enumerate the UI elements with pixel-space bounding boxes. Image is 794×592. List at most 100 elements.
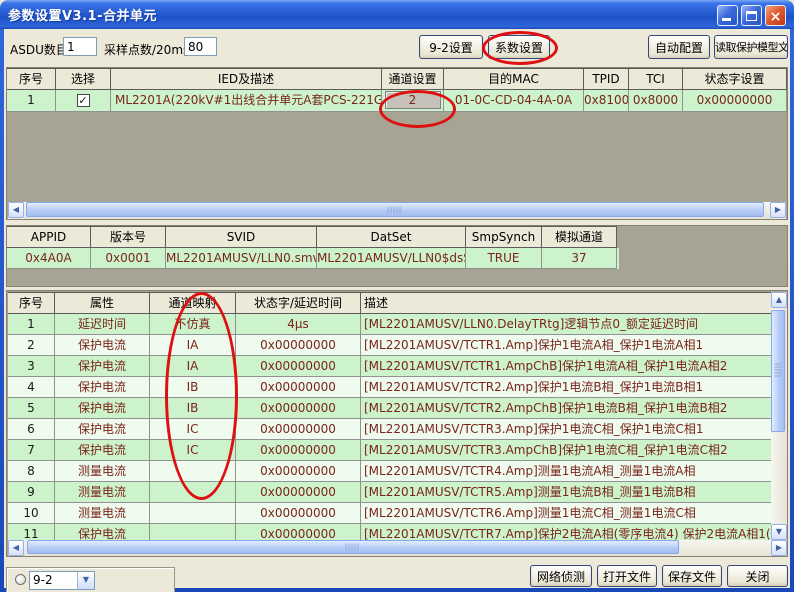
cell-desc[interactable]: [ML2201AMUSV/LLN0.DelayTRtg]逻辑节点0_额定延迟时间	[361, 314, 771, 335]
cell-status[interactable]: 0x00000000	[236, 482, 361, 503]
column-header-datset: DatSet	[317, 226, 466, 248]
cell-attr[interactable]: 保护电流	[55, 440, 150, 461]
cell-attr[interactable]: 测量电流	[55, 461, 150, 482]
cell-desc[interactable]: [ML2201AMUSV/TCTR3.AmpChB]保护1电流C相_保护1电流C…	[361, 440, 771, 461]
cell-status[interactable]: 0x00000000	[236, 503, 361, 524]
arrow-right-icon[interactable]: ▶	[770, 202, 786, 218]
protocol-combobox[interactable]: 9-2 ▼	[29, 571, 95, 590]
save-file-button[interactable]: 保存文件	[662, 565, 722, 587]
cell-desc[interactable]: [ML2201AMUSV/TCTR6.Amp]测量1电流C相_测量1电流C相	[361, 503, 771, 524]
cell-map[interactable]	[150, 524, 236, 540]
arrow-up-icon[interactable]: ▲	[771, 292, 787, 308]
arrow-down-icon[interactable]: ▼	[771, 524, 787, 540]
title-bar[interactable]: 参数设置V3.1-合并单元	[0, 0, 794, 29]
cell-status[interactable]: 0x00000000	[236, 398, 361, 419]
table-row: 9测量电流 0x00000000[ML2201AMUSV/TCTR5.Amp]测量…	[8, 482, 771, 503]
close-button[interactable]: ×	[765, 5, 786, 26]
cell-status[interactable]: 0x00000000	[236, 335, 361, 356]
cell-status[interactable]: 0x00000000	[236, 377, 361, 398]
cell-no[interactable]: 6	[8, 419, 55, 440]
horizontal-scrollbar[interactable]: ◀ ▶	[8, 202, 786, 219]
maximize-button[interactable]	[741, 5, 762, 26]
table-row: 5保护电流IB0x00000000[ML2201AMUSV/TCTR2.AmpC…	[8, 398, 771, 419]
cell-desc[interactable]: [ML2201AMUSV/TCTR4.Amp]测量1电流A相_测量1电流A相	[361, 461, 771, 482]
asdu-count-input[interactable]	[63, 37, 97, 56]
cell-desc[interactable]: [ML2201AMUSV/TCTR2.Amp]保护1电流B相_保护1电流B相1	[361, 377, 771, 398]
scrollbar-track[interactable]	[24, 202, 770, 219]
cell-desc[interactable]: [ML2201AMUSV/TCTR5.Amp]测量1电流B相_测量1电流B相	[361, 482, 771, 503]
cell-version[interactable]: 0x0001	[91, 248, 166, 269]
cell-tpid[interactable]: 0x8100	[584, 90, 629, 112]
cell-no[interactable]: 8	[8, 461, 55, 482]
minimize-button[interactable]	[717, 5, 738, 26]
column-header-tpid: TPID	[584, 68, 629, 90]
arrow-right-icon[interactable]: ▶	[771, 540, 787, 556]
cell-no[interactable]: 2	[8, 335, 55, 356]
cell-no[interactable]: 1	[8, 314, 55, 335]
cell-desc[interactable]: [ML2201AMUSV/TCTR3.Amp]保护1电流C相_保护1电流C相1	[361, 419, 771, 440]
cell-index[interactable]: 1	[7, 90, 56, 112]
cell-no[interactable]: 5	[8, 398, 55, 419]
cell-no[interactable]: 10	[8, 503, 55, 524]
cell-status[interactable]: 0x00000000	[236, 524, 361, 540]
cell-status[interactable]: 4μs	[236, 314, 361, 335]
cell-datset[interactable]: ML2201AMUSV/LLN0$dsSV	[317, 248, 466, 269]
cell-attr[interactable]: 保护电流	[55, 356, 150, 377]
sample-points-input[interactable]	[184, 37, 217, 56]
arrow-left-icon[interactable]: ◀	[8, 540, 24, 556]
cell-attr[interactable]: 保护电流	[55, 377, 150, 398]
network-detect-button[interactable]: 网络侦测	[530, 565, 592, 587]
cell-no[interactable]: 3	[8, 356, 55, 377]
cell-attr[interactable]: 保护电流	[55, 419, 150, 440]
window-title: 参数设置V3.1-合并单元	[8, 5, 157, 24]
cell-attr[interactable]: 保护电流	[55, 398, 150, 419]
cell-analog-channels[interactable]: 37	[542, 248, 617, 269]
cell-status[interactable]: 0x00000000	[236, 356, 361, 377]
cell-mac[interactable]: 01-0C-CD-04-4A-0A	[444, 90, 584, 112]
cell-desc[interactable]: [ML2201AMUSV/TCTR1.AmpChB]保护1电流A相_保护1电流A…	[361, 356, 771, 377]
scrollbar-track[interactable]	[771, 308, 787, 524]
horizontal-scrollbar[interactable]: ◀ ▶	[8, 540, 787, 556]
cell-status[interactable]: 0x00000000	[236, 419, 361, 440]
scrollbar-thumb[interactable]	[27, 540, 679, 554]
cell-status[interactable]: 0x00000000	[236, 440, 361, 461]
cell-appid[interactable]: 0x4A0A	[7, 248, 91, 269]
cell-tci[interactable]: 0x8000	[629, 90, 683, 112]
cell-ied-description[interactable]: ML2201A(220kV#1出线合并单元A套PCS-221GB-G)	[111, 90, 382, 112]
cell-no[interactable]: 11	[8, 524, 55, 540]
chevron-down-icon[interactable]: ▼	[77, 572, 94, 589]
table-row: 3保护电流IA0x00000000[ML2201AMUSV/TCTR1.AmpC…	[8, 356, 771, 377]
cell-desc[interactable]: [ML2201AMUSV/TCTR2.AmpChB]保护1电流B相_保护1电流B…	[361, 398, 771, 419]
vertical-scrollbar[interactable]: ▲ ▼	[771, 292, 787, 540]
cell-attr[interactable]: 延迟时间	[55, 314, 150, 335]
auto-config-button[interactable]: 自动配置	[648, 35, 710, 59]
setting-92-button[interactable]: 9-2设置	[419, 35, 483, 59]
arrow-left-icon[interactable]: ◀	[8, 202, 24, 218]
cell-no[interactable]: 9	[8, 482, 55, 503]
annotation-circle-coefficient	[482, 31, 558, 65]
cell-attr[interactable]: 保护电流	[55, 335, 150, 356]
cell-smpsynch[interactable]: TRUE	[466, 248, 542, 269]
cell-status[interactable]: 0x00000000	[683, 90, 787, 112]
read-model-file-button[interactable]: 读取保护模型文件	[714, 35, 788, 59]
cell-attr[interactable]: 测量电流	[55, 503, 150, 524]
cell-select[interactable]: ✓	[56, 90, 111, 112]
scrollbar-thumb[interactable]	[26, 202, 764, 217]
cell-status[interactable]: 0x00000000	[236, 461, 361, 482]
cell-attr[interactable]: 保护电流	[55, 524, 150, 540]
open-file-button[interactable]: 打开文件	[597, 565, 657, 587]
cell-svid[interactable]: ML2201AMUSV/LLN0.smvcb0	[166, 248, 317, 269]
table-row: 1延迟时间不仿真4μs[ML2201AMUSV/LLN0.DelayTRtg]逻…	[8, 314, 771, 335]
cell-no[interactable]: 4	[8, 377, 55, 398]
mode-radio-button[interactable]	[15, 574, 26, 585]
scrollbar-track[interactable]	[24, 540, 771, 556]
checkbox-checked-icon[interactable]: ✓	[77, 94, 90, 107]
close-dialog-button[interactable]: 关闭	[727, 565, 788, 587]
scrollbar-thumb[interactable]	[771, 310, 785, 432]
channel-table-panel: 序号 属性 通道映射 状态字/延迟时间 描述 1延迟时间不仿真4μs[ML220…	[6, 290, 788, 557]
cell-desc[interactable]: [ML2201AMUSV/TCTR1.Amp]保护1电流A相_保护1电流A相1	[361, 335, 771, 356]
cell-attr[interactable]: 测量电流	[55, 482, 150, 503]
cell-desc[interactable]: [ML2201AMUSV/TCTR7.Amp]保护2电流A相(零序电流4) 保护…	[361, 524, 771, 540]
cell-no[interactable]: 7	[8, 440, 55, 461]
cell-map[interactable]	[150, 503, 236, 524]
